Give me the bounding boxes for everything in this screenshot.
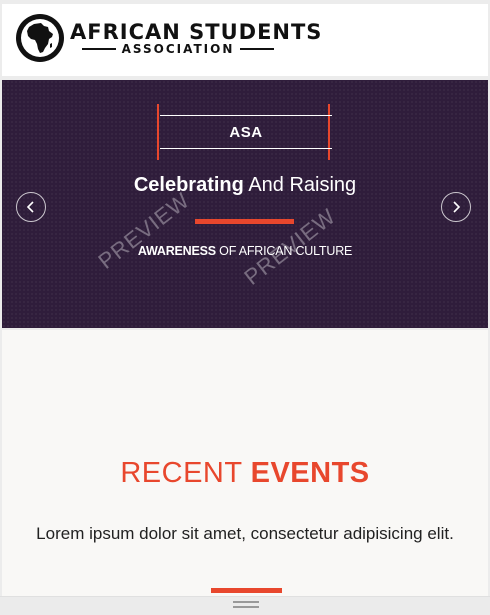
preview-watermark: PREVIEW xyxy=(93,187,195,274)
hero-accent-bar xyxy=(195,219,294,224)
drag-handle-icon[interactable] xyxy=(233,601,259,611)
site-header: AFRICAN STUDENTS ASSOCIATION xyxy=(2,4,488,76)
logo-rule-right xyxy=(239,48,274,50)
hero-headline: Celebrating And Raising xyxy=(2,174,488,197)
hero-headline-rest: And Raising xyxy=(243,174,357,196)
events-title-light: RECENT xyxy=(120,457,251,489)
slider-prev-button[interactable] xyxy=(16,192,46,222)
events-accent-bar xyxy=(211,588,282,593)
chevron-right-icon xyxy=(453,201,461,213)
events-description: Lorem ipsum dolor sit amet, consectetur … xyxy=(36,524,454,543)
hero-slider: ASA Celebrating And Raising AWARENESS OF… xyxy=(2,80,488,328)
hero-badge-label: ASA xyxy=(229,123,263,141)
badge-line-left xyxy=(157,104,159,160)
logo-rule-left xyxy=(82,48,116,50)
logo-subtitle-row: ASSOCIATION xyxy=(82,40,274,58)
logo-subtitle: ASSOCIATION xyxy=(121,42,235,56)
africa-map-icon xyxy=(27,23,53,53)
recent-events-section: RECENT EVENTS Lorem ipsum dolor sit amet… xyxy=(2,330,488,615)
events-title-bold: EVENTS xyxy=(250,457,370,489)
events-title: RECENT EVENTS xyxy=(2,457,488,490)
hero-subline-bold: AWARENESS xyxy=(137,244,216,258)
slider-next-button[interactable] xyxy=(441,192,471,222)
hero-headline-bold: Celebrating xyxy=(133,174,244,196)
hero-subline-rest: OF AFRICAN CULTURE xyxy=(215,244,353,258)
logo-emblem[interactable] xyxy=(16,14,64,62)
hero-subline: AWARENESS OF AFRICAN CULTURE xyxy=(2,244,488,258)
chevron-left-icon xyxy=(26,201,34,213)
page-frame: AFRICAN STUDENTS ASSOCIATION ASA Celebra… xyxy=(0,0,490,615)
hero-badge: ASA xyxy=(160,115,332,149)
